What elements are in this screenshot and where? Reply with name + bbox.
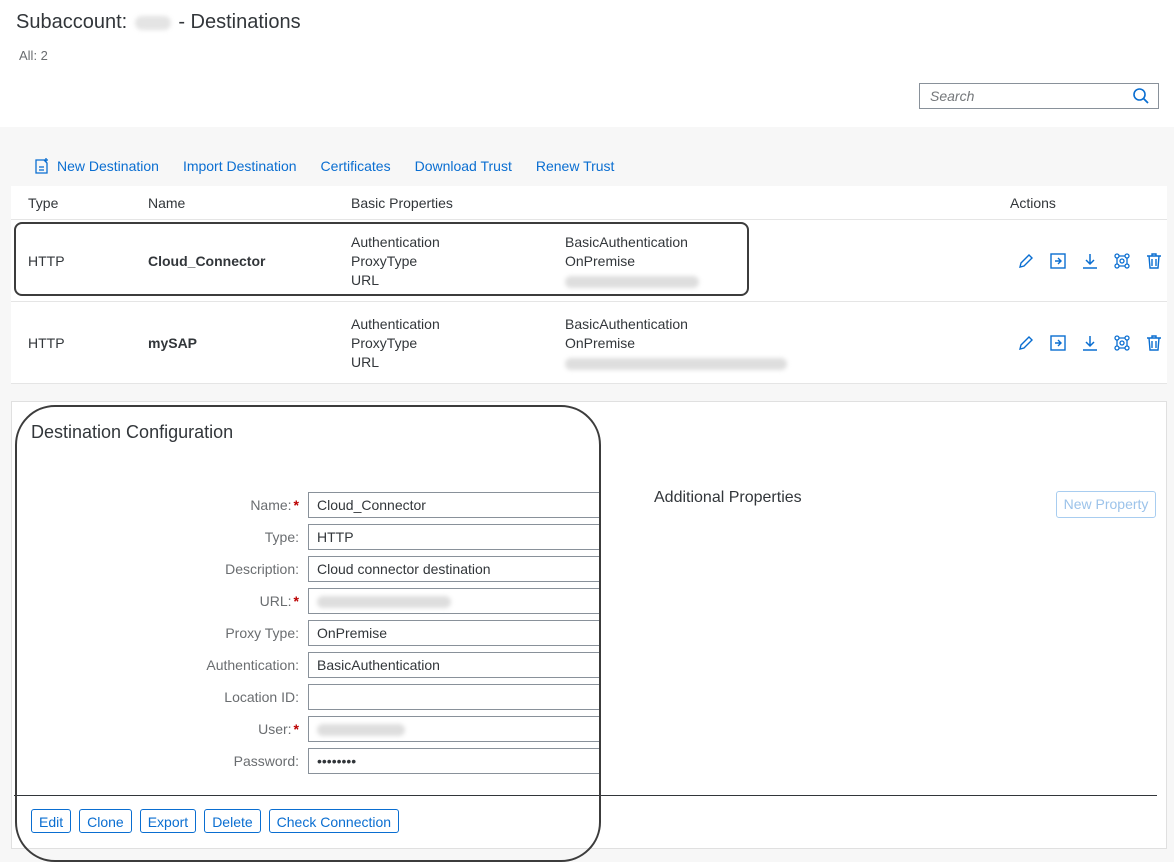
prop-value: OnPremise	[565, 253, 636, 269]
password-field[interactable]: ••••••••	[308, 748, 600, 774]
table-row[interactable]: HTTP Cloud_Connector Authentication Basi…	[11, 220, 1167, 302]
field-label: Authentication:	[206, 657, 299, 673]
form-row-url: URL: *	[12, 588, 612, 614]
config-title: Destination Configuration	[31, 422, 234, 442]
field-label: User: *	[258, 721, 299, 737]
field-label: URL: *	[259, 593, 299, 609]
redacted-subaccount-name	[134, 15, 171, 30]
title-suffix: - Destinations	[178, 11, 301, 33]
search-field[interactable]	[919, 83, 1159, 109]
field-label: Proxy Type:	[225, 625, 299, 641]
delete-icon[interactable]	[1144, 251, 1164, 271]
description-field[interactable]: Cloud connector destination	[308, 556, 600, 582]
location-id-field[interactable]	[308, 684, 600, 710]
user-field[interactable]	[308, 716, 600, 742]
edit-button[interactable]: Edit	[31, 809, 72, 833]
delete-button[interactable]: Delete	[204, 809, 261, 833]
prop-value: BasicAuthentication	[565, 234, 688, 250]
search-input[interactable]	[920, 84, 1130, 108]
required-marker: *	[293, 593, 299, 609]
check-connection-icon[interactable]	[1112, 251, 1132, 271]
row-name: Cloud_Connector	[148, 253, 266, 269]
prop-key: Authentication	[351, 234, 440, 250]
required-marker: *	[293, 721, 299, 737]
delete-icon[interactable]	[1144, 333, 1164, 353]
edit-icon[interactable]	[1016, 251, 1036, 271]
prop-key: ProxyType	[351, 335, 418, 351]
form-row-authentication: Authentication: BasicAuthentication	[12, 652, 612, 678]
clone-button[interactable]: Clone	[79, 809, 132, 833]
field-label: Password:	[233, 753, 299, 769]
url-field[interactable]	[308, 588, 600, 614]
column-header-name[interactable]: Name	[148, 195, 185, 211]
table-row[interactable]: HTTP mySAP Authentication BasicAuthentic…	[11, 302, 1167, 384]
form-row-user: User: *	[12, 716, 612, 742]
form-row-password: Password: ••••••••	[12, 748, 612, 774]
row-type: HTTP	[28, 253, 65, 269]
certificates-link[interactable]: Certificates	[321, 158, 391, 174]
new-destination-label: New Destination	[57, 158, 159, 174]
edit-icon[interactable]	[1016, 333, 1036, 353]
row-type: HTTP	[28, 335, 65, 351]
check-connection-icon[interactable]	[1112, 333, 1132, 353]
destinations-table: Type Name Basic Properties Actions HTTP …	[11, 186, 1167, 384]
required-marker: *	[293, 497, 299, 513]
new-destination-icon	[35, 158, 48, 174]
check-connection-button[interactable]: Check Connection	[268, 809, 400, 833]
renew-trust-link[interactable]: Renew Trust	[536, 158, 615, 174]
type-field[interactable]: HTTP	[308, 524, 600, 550]
field-label: Type:	[264, 529, 299, 545]
additional-properties-title: Additional Properties	[654, 489, 802, 506]
export-button[interactable]: Export	[139, 809, 197, 833]
redacted-url	[565, 275, 699, 291]
form-row-description: Description: Cloud connector destination	[12, 556, 612, 582]
row-name: mySAP	[148, 335, 198, 351]
prop-key: URL	[351, 272, 380, 288]
form-row-proxy-type: Proxy Type: OnPremise	[12, 620, 612, 646]
proxy-type-field[interactable]: OnPremise	[308, 620, 600, 646]
prop-value: BasicAuthentication	[565, 316, 688, 332]
clone-icon[interactable]	[1048, 251, 1068, 271]
authentication-field[interactable]: BasicAuthentication	[308, 652, 600, 678]
prop-value: OnPremise	[565, 335, 636, 351]
column-header-type[interactable]: Type	[28, 195, 58, 211]
field-label: Description:	[225, 561, 299, 577]
download-icon[interactable]	[1080, 251, 1100, 271]
import-destination-link[interactable]: Import Destination	[183, 158, 297, 174]
page-title: Subaccount: - Destinations	[16, 11, 301, 34]
form-row-name: Name: * Cloud_Connector	[12, 492, 612, 518]
divider	[14, 795, 1157, 796]
clone-icon[interactable]	[1048, 333, 1068, 353]
destinations-toolbar: New Destination Import Destination Certi…	[11, 148, 638, 184]
row-actions	[1016, 251, 1174, 271]
destination-count: All: 2	[19, 48, 48, 63]
page-header: Subaccount: - Destinations All: 2	[0, 0, 1174, 127]
new-property-button[interactable]: New Property	[1056, 491, 1156, 518]
field-label: Name: *	[250, 497, 299, 513]
prop-key: Authentication	[351, 316, 440, 332]
download-icon[interactable]	[1080, 333, 1100, 353]
name-field[interactable]: Cloud_Connector	[308, 492, 600, 518]
table-header: Type Name Basic Properties Actions	[11, 186, 1167, 220]
column-header-actions: Actions	[1010, 195, 1056, 211]
form-row-type: Type: HTTP	[12, 524, 612, 550]
search-icon[interactable]	[1132, 87, 1150, 105]
prop-key: URL	[351, 354, 380, 370]
prop-key: ProxyType	[351, 253, 418, 269]
title-prefix: Subaccount:	[16, 11, 128, 33]
download-trust-link[interactable]: Download Trust	[415, 158, 512, 174]
destination-configuration-panel: Destination Configuration Name: * Cloud_C…	[11, 401, 1167, 849]
config-actions: Edit Clone Export Delete Check Connectio…	[31, 809, 407, 833]
row-actions	[1016, 333, 1174, 353]
field-label: Location ID:	[224, 689, 299, 705]
column-header-basic-properties: Basic Properties	[351, 195, 453, 211]
redacted-url	[565, 357, 787, 373]
new-destination-link[interactable]: New Destination	[33, 157, 159, 175]
form-row-location-id: Location ID:	[12, 684, 612, 710]
